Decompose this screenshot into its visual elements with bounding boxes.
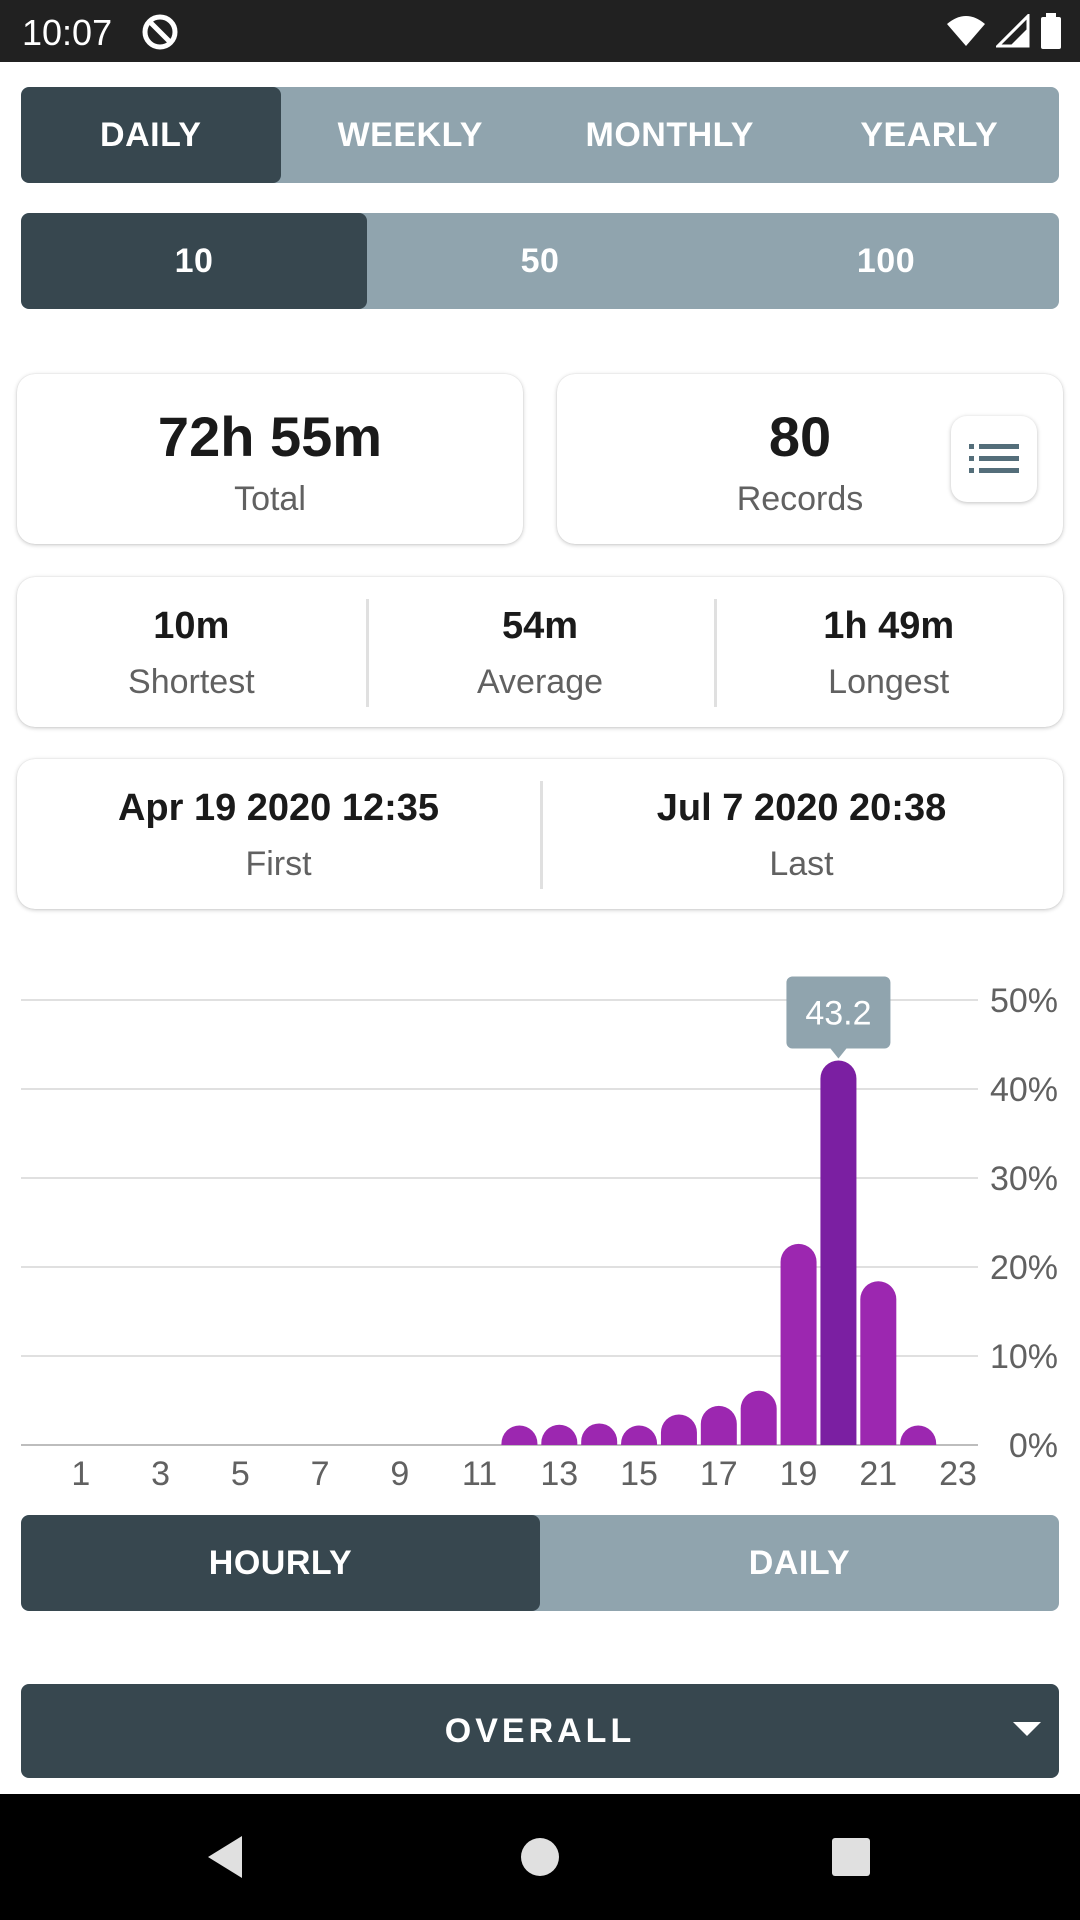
average-stat: 54m Average [365, 577, 715, 727]
chart-bar [820, 1060, 857, 1445]
dropdown-arrow-icon [1013, 1722, 1041, 1736]
navigation-bar [0, 1794, 1080, 1920]
x-tick-label: 19 [780, 1455, 818, 1490]
x-tick-label: 21 [859, 1455, 897, 1490]
chart-bar [700, 1405, 737, 1445]
shortest-stat: 10m Shortest [17, 577, 366, 727]
shortest-value: 10m [153, 605, 230, 647]
longest-value: 1h 49m [823, 605, 955, 647]
tab-hourly[interactable]: HOURLY [21, 1515, 540, 1611]
tab-yearly[interactable]: YEARLY [800, 87, 1060, 183]
x-tick-label: 15 [620, 1455, 658, 1490]
longest-label: Longest [828, 663, 950, 701]
y-tick-label: 50% [990, 982, 1058, 1020]
first-value: Apr 19 2020 12:35 [117, 787, 440, 829]
y-tick-label: 30% [990, 1160, 1058, 1198]
period-tabs: DAILY WEEKLY MONTHLY YEARLY [21, 87, 1059, 183]
last-value: Jul 7 2020 20:38 [656, 787, 947, 829]
total-card: 72h 55m Total [17, 374, 523, 544]
shortest-label: Shortest [128, 663, 255, 701]
chart-bar [900, 1425, 937, 1445]
chart-mode-tabs: HOURLY DAILY [21, 1515, 1059, 1611]
tooltip-value: 43.2 [805, 995, 871, 1033]
app-notification-icon [142, 14, 178, 50]
x-tick-label: 1 [71, 1455, 90, 1490]
chart-bar [660, 1414, 697, 1445]
tab-daily[interactable]: DAILY [21, 87, 281, 183]
chart-bar [740, 1390, 777, 1445]
chart-bar [860, 1281, 897, 1445]
wifi-icon [947, 16, 985, 46]
tab-weekly[interactable]: WEEKLY [281, 87, 541, 183]
y-tick-label: 10% [990, 1338, 1058, 1376]
x-tick-label: 17 [700, 1455, 738, 1490]
records-card: 80 Records [557, 374, 1063, 544]
records-list-button[interactable] [951, 416, 1037, 502]
y-tick-label: 40% [990, 1071, 1058, 1109]
last-label: Last [769, 845, 834, 883]
back-icon[interactable] [206, 1834, 244, 1880]
tooltip-pointer [830, 1048, 847, 1059]
chart-bar [780, 1243, 817, 1445]
chart-bar [621, 1425, 658, 1445]
tab-chart-daily[interactable]: DAILY [540, 1515, 1059, 1611]
y-tick-label: 0% [1009, 1427, 1058, 1465]
chart-bar [541, 1424, 578, 1445]
record-count-tabs: 10 50 100 [21, 213, 1059, 309]
status-bar: 10:07 [0, 0, 1080, 62]
hourly-distribution-chart[interactable]: 0%10%20%30%40%50%1 3 5 7 9 11 13 15 17 19 21 2343.2 [0, 950, 1080, 1490]
tab-count-100[interactable]: 100 [713, 213, 1059, 309]
average-value: 54m [501, 605, 579, 647]
chart-bar [501, 1425, 538, 1445]
status-time: 10:07 [22, 12, 113, 53]
date-range-card: Apr 19 2020 12:35 First Jul 7 2020 20:38… [17, 759, 1063, 909]
y-tick-label: 20% [990, 1249, 1058, 1287]
first-stat: Apr 19 2020 12:35 First [17, 759, 540, 909]
chart-bar [581, 1423, 618, 1445]
overall-dropdown[interactable]: OVERALL [21, 1684, 1059, 1778]
tab-count-50[interactable]: 50 [367, 213, 713, 309]
x-tick-label: 5 [231, 1455, 250, 1490]
average-label: Average [476, 663, 604, 701]
x-tick-label: 7 [311, 1455, 330, 1490]
first-label: First [245, 845, 312, 883]
tab-monthly[interactable]: MONTHLY [540, 87, 800, 183]
longest-stat: 1h 49m Longest [714, 577, 1063, 727]
list-icon [969, 444, 1019, 473]
signal-icon [996, 14, 1030, 48]
total-value: 72h 55m [157, 405, 383, 468]
tab-count-10[interactable]: 10 [21, 213, 367, 309]
overall-label: OVERALL [444, 1711, 636, 1750]
x-tick-label: 23 [939, 1455, 977, 1490]
x-tick-label: 13 [540, 1455, 578, 1490]
x-tick-label: 11 [462, 1455, 497, 1490]
duration-stats-card: 10m Shortest 54m Average 1h 49m Longest [17, 577, 1063, 727]
total-label: Total [234, 480, 306, 518]
battery-icon [1041, 13, 1061, 49]
home-icon[interactable] [521, 1838, 559, 1876]
x-tick-label: 3 [151, 1455, 170, 1490]
x-tick-label: 9 [390, 1455, 409, 1490]
last-stat: Jul 7 2020 20:38 Last [540, 759, 1063, 909]
recents-icon[interactable] [832, 1838, 870, 1876]
